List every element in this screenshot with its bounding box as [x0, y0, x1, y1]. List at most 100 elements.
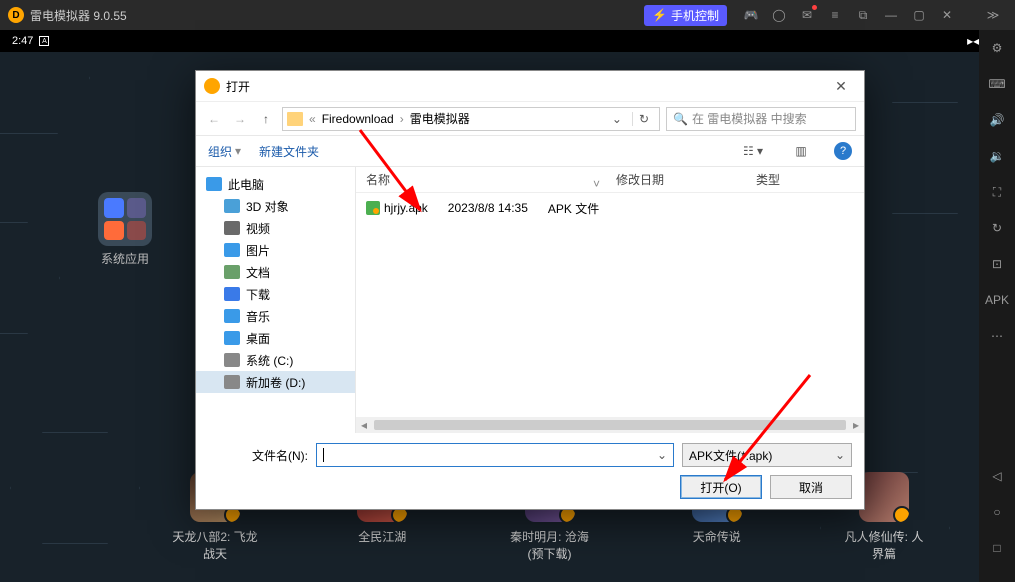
minimize-button[interactable]: —	[879, 3, 903, 27]
tree-item[interactable]: 视频	[196, 217, 355, 239]
mail-icon[interactable]: ✉	[795, 3, 819, 27]
preview-pane-button[interactable]: ▥	[786, 141, 816, 161]
fullscreen-icon[interactable]: ⛶	[985, 180, 1009, 204]
apk-file-icon	[366, 201, 380, 215]
filename-input[interactable]: ⌄	[316, 443, 674, 467]
pc-icon	[206, 177, 222, 191]
home-button[interactable]: ○	[985, 500, 1009, 524]
chevron-icon: «	[309, 112, 316, 126]
multi-instance-icon[interactable]: ⧉	[851, 3, 875, 27]
dialog-logo-icon	[204, 78, 220, 94]
tree-item[interactable]: 下载	[196, 283, 355, 305]
address-dropdown[interactable]: ⌄	[608, 112, 626, 126]
drv-icon	[224, 353, 240, 367]
caps-indicator: A	[39, 36, 49, 46]
back-button[interactable]: ◁	[985, 464, 1009, 488]
tree-item-label: 图片	[246, 242, 270, 259]
organize-button[interactable]: 组织▾	[208, 143, 241, 160]
folder-tree: 此电脑 3D 对象视频图片文档下载音乐桌面系统 (C:) 新加卷 (D:)	[196, 167, 356, 433]
phone-control-button[interactable]: ⚡ 手机控制	[644, 5, 727, 26]
bg-hex	[860, 102, 979, 214]
scroll-right-icon[interactable]: ▸	[848, 418, 864, 432]
scroll-left-icon[interactable]: ◂	[356, 418, 372, 432]
keyboard-icon[interactable]: ⌨	[985, 72, 1009, 96]
install-apk-icon[interactable]: APK	[985, 288, 1009, 312]
settings-icon[interactable]: ⚙	[985, 36, 1009, 60]
cancel-button[interactable]: 取消	[770, 475, 852, 499]
tree-item[interactable]: 新加卷 (D:)	[196, 371, 355, 393]
tree-item[interactable]: 此电脑	[196, 173, 355, 195]
tree-item[interactable]: 桌面	[196, 327, 355, 349]
breadcrumb-segment[interactable]: Firedownload	[322, 112, 394, 126]
breadcrumb-segment[interactable]: 雷电模拟器	[410, 110, 470, 127]
chevron-down-icon: ⌄	[835, 448, 845, 462]
chevron-right-icon: ›	[400, 112, 404, 126]
gamepad-icon[interactable]: 🎮	[739, 3, 763, 27]
more-icon[interactable]: ⋯	[985, 324, 1009, 348]
screenshot-icon[interactable]: ⊡	[985, 252, 1009, 276]
tree-item-label: 3D 对象	[246, 198, 289, 215]
filetype-select[interactable]: APK文件(*.apk) ⌄	[682, 443, 852, 467]
desk-icon	[224, 331, 240, 345]
nav-forward-button[interactable]: →	[230, 109, 250, 129]
dialog-title: 打开	[226, 78, 826, 95]
tree-item-label: 系统 (C:)	[246, 352, 293, 369]
bg-hex	[10, 432, 140, 544]
tree-item[interactable]: 3D 对象	[196, 195, 355, 217]
3d-icon	[224, 199, 240, 213]
ld-badge-icon	[893, 506, 909, 522]
app-label: 全民江湖	[337, 528, 427, 545]
close-button[interactable]: ✕	[935, 3, 959, 27]
system-apps-folder[interactable]: 系统应用	[98, 192, 152, 267]
tree-item[interactable]: 文档	[196, 261, 355, 283]
search-input[interactable]: 🔍 在 雷电模拟器 中搜索	[666, 107, 856, 131]
emulator-sidebar: ⚙ ⌨ 🔊 🔉 ⛶ ↻ ⊡ APK ⋯ ◁ ○ □	[979, 30, 1015, 582]
tree-item-label: 桌面	[246, 330, 270, 347]
open-button[interactable]: 打开(O)	[680, 475, 762, 499]
phone-control-label: 手机控制	[671, 7, 719, 24]
dialog-bottom: 文件名(N): ⌄ APK文件(*.apk) ⌄ 打开(O) 取消	[196, 433, 864, 509]
collapse-sidebar-button[interactable]: ≫	[981, 3, 1005, 27]
file-row[interactable]: hjrjy.apk2023/8/8 14:35APK 文件	[356, 197, 864, 219]
tree-item-label: 下载	[246, 286, 270, 303]
maximize-button[interactable]: ▢	[907, 3, 931, 27]
column-date[interactable]: 修改日期	[606, 171, 746, 188]
volume-up-icon[interactable]: 🔊	[985, 108, 1009, 132]
recent-button[interactable]: □	[985, 536, 1009, 560]
nav-up-button[interactable]: ↑	[256, 109, 276, 129]
tree-item-label: 此电脑	[228, 176, 264, 193]
volume-down-icon[interactable]: 🔉	[985, 144, 1009, 168]
tree-item[interactable]: 图片	[196, 239, 355, 261]
filename-label: 文件名(N):	[208, 447, 308, 464]
nav-back-button[interactable]: ←	[204, 109, 224, 129]
filetype-value: APK文件(*.apk)	[689, 447, 772, 464]
scroll-thumb[interactable]	[374, 420, 846, 430]
search-placeholder: 在 雷电模拟器 中搜索	[692, 110, 807, 127]
menu-icon[interactable]: ≡	[823, 3, 847, 27]
app-icon	[859, 472, 909, 522]
filename-dropdown[interactable]: ⌄	[657, 448, 667, 462]
tree-item-label: 新加卷 (D:)	[246, 374, 305, 391]
mus-icon	[224, 309, 240, 323]
app-titlebar: D 雷电模拟器 9.0.55 ⚡ 手机控制 🎮 ◯ ✉ ≡ ⧉ — ▢ ✕ ≫	[0, 0, 1015, 30]
column-name[interactable]: 名称˅	[356, 171, 606, 188]
tree-item[interactable]: 音乐	[196, 305, 355, 327]
column-headers: 名称˅ 修改日期 类型	[356, 167, 864, 193]
column-type[interactable]: 类型	[746, 171, 846, 188]
user-icon[interactable]: ◯	[767, 3, 791, 27]
app-label: 凡人修仙传: 人界篇	[839, 528, 929, 562]
tree-item[interactable]: 系统 (C:)	[196, 349, 355, 371]
new-folder-button[interactable]: 新建文件夹	[259, 143, 319, 160]
help-button[interactable]: ?	[834, 142, 852, 160]
dialog-titlebar: 打开 ✕	[196, 71, 864, 101]
rotate-icon[interactable]: ↻	[985, 216, 1009, 240]
dialog-close-button[interactable]: ✕	[826, 78, 856, 95]
view-mode-button[interactable]: ☷ ▾	[738, 141, 768, 161]
android-statusbar: 2:47 A ▸◂ ◢ ▮	[0, 30, 1015, 52]
dialog-nav: ← → ↑ « Firedownload › 雷电模拟器 ⌄ ↻ 🔍 在 雷电模…	[196, 101, 864, 135]
file-rows: hjrjy.apk2023/8/8 14:35APK 文件	[356, 193, 864, 417]
horizontal-scrollbar[interactable]: ◂ ▸	[356, 417, 864, 433]
address-bar[interactable]: « Firedownload › 雷电模拟器 ⌄ ↻	[282, 107, 660, 131]
app-label: 天龙八部2: 飞龙战天	[170, 528, 260, 562]
refresh-button[interactable]: ↻	[632, 112, 655, 126]
